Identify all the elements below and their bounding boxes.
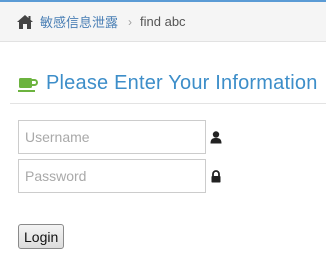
username-row [18, 120, 222, 154]
home-icon[interactable] [16, 14, 34, 30]
password-input[interactable] [18, 159, 206, 193]
lock-icon [210, 169, 222, 183]
user-icon [210, 130, 222, 144]
password-row [18, 159, 222, 193]
login-button[interactable]: Login [18, 224, 65, 249]
breadcrumb-current: find abc [140, 14, 186, 29]
page: 敏感信息泄露 › find abc Please Enter Your Info… [0, 0, 326, 254]
breadcrumb-separator: › [128, 14, 133, 29]
username-input[interactable] [18, 120, 206, 154]
title-divider [10, 103, 326, 104]
page-title: Please Enter Your Information [46, 72, 318, 94]
breadcrumb-link[interactable]: 敏感信息泄露 [40, 12, 118, 31]
coffee-cup-icon [18, 75, 38, 93]
page-header: Please Enter Your Information [18, 72, 318, 95]
breadcrumb: 敏感信息泄露 › find abc [0, 2, 326, 42]
